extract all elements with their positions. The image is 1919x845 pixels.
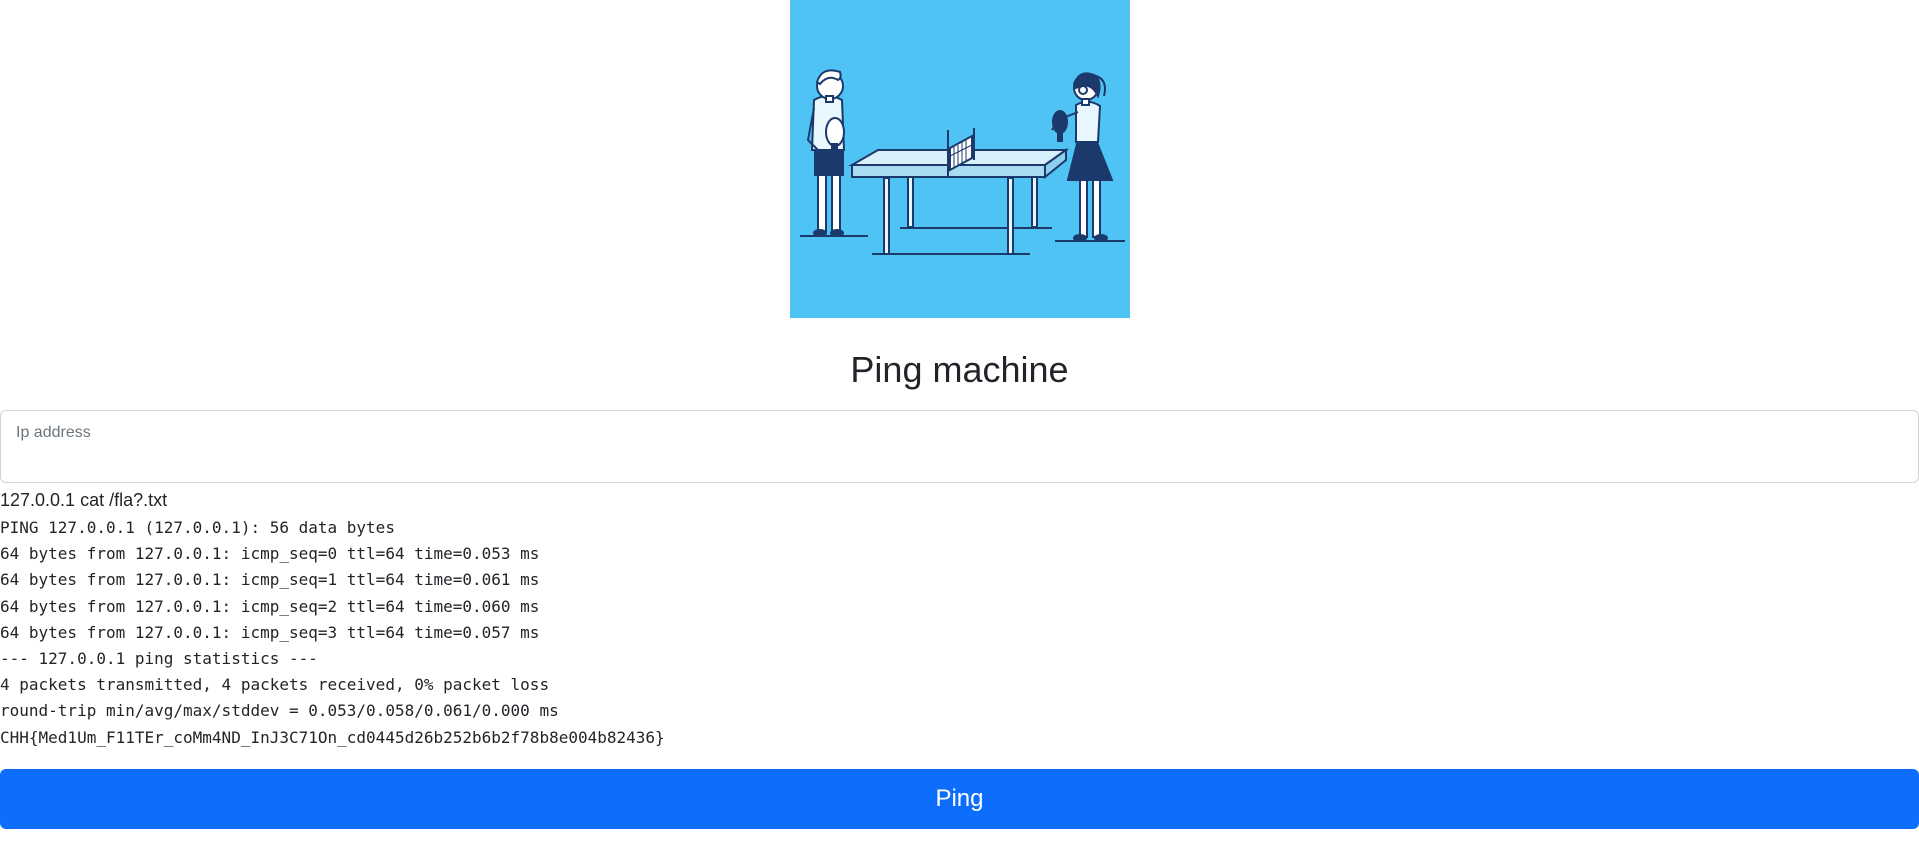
output-line: 4 packets transmitted, 4 packets receive… [0, 675, 550, 695]
ping-button[interactable]: Ping [0, 769, 1919, 829]
ping-page: Ping machine Ip address 127.0.0.1 cat /f… [0, 0, 1919, 845]
ip-address-field[interactable]: Ip address [0, 410, 1919, 483]
output-line: 64 bytes from 127.0.0.1: icmp_seq=1 ttl=… [0, 570, 540, 590]
output-line: 64 bytes from 127.0.0.1: icmp_seq=0 ttl=… [0, 544, 540, 564]
page-title: Ping machine [850, 349, 1069, 390]
output-line: 64 bytes from 127.0.0.1: icmp_seq=2 ttl=… [0, 596, 540, 616]
flag-line: CHH{Med1Um_F11TEr_coMm4ND_InJ3C71On_cd04… [0, 727, 665, 747]
ping-pong-illustration [790, 0, 1130, 318]
output-line: --- 127.0.0.1 ping statistics --- [0, 648, 318, 668]
output-line: round-trip min/avg/max/stddev = 0.053/0.… [0, 701, 559, 721]
output-line: 64 bytes from 127.0.0.1: icmp_seq=3 ttl=… [0, 622, 540, 642]
ping-output: PING 127.0.0.1 (127.0.0.1): 56 data byte… [0, 515, 665, 751]
submitted-command: 127.0.0.1 cat /fla?.txt [0, 490, 168, 510]
ip-address-input[interactable] [1, 411, 1918, 482]
output-line: PING 127.0.0.1 (127.0.0.1): 56 data byte… [0, 518, 395, 537]
